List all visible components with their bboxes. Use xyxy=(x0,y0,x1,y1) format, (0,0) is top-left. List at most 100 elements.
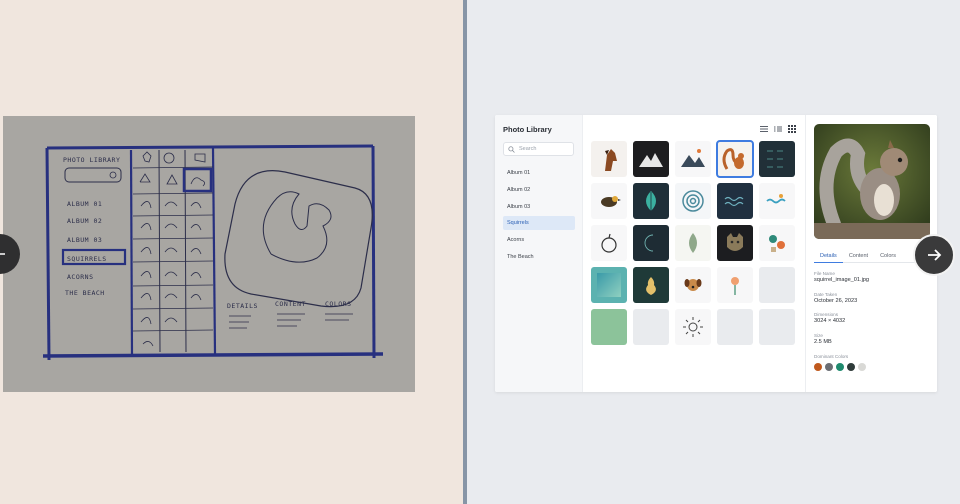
thumbnail-horse[interactable] xyxy=(591,141,627,177)
sketch-album-6: THE BEACH xyxy=(65,289,105,297)
sidebar: Photo Library Search Album 01 Album 02 A… xyxy=(495,115,583,392)
color-swatch[interactable] xyxy=(836,363,844,371)
size-value: 2.5 MB xyxy=(814,339,832,346)
thumbnail-dog[interactable] xyxy=(675,267,711,303)
compact-list-icon[interactable] xyxy=(774,125,782,133)
dog-icon xyxy=(684,279,702,291)
arrow-right-icon xyxy=(928,249,942,261)
sidebar-item-album-02[interactable]: Album 02 xyxy=(503,183,575,197)
wireframe-sketch-photo: PHOTO LIBRARY ALBUM 01 ALBUM 02 ALBUM 03… xyxy=(3,116,415,392)
thumbnail-bird[interactable] xyxy=(591,183,627,219)
sidebar-item-album-03[interactable]: Album 03 xyxy=(503,200,575,214)
arrow-left-icon xyxy=(0,253,5,255)
mountain-icon xyxy=(639,153,663,167)
view-toggle xyxy=(760,125,796,133)
color-swatch[interactable] xyxy=(847,363,855,371)
color-swatch[interactable] xyxy=(858,363,866,371)
thumbnail-leaf-sage[interactable] xyxy=(675,225,711,261)
thumbnail-green-gradient[interactable] xyxy=(591,309,627,345)
wireframe-sketch: PHOTO LIBRARY ALBUM 01 ALBUM 02 ALBUM 03… xyxy=(3,116,415,392)
thumbnail-teal-gradient[interactable] xyxy=(591,267,627,303)
thumbnail-empty[interactable] xyxy=(759,267,795,303)
thumbnail-empty[interactable] xyxy=(717,309,753,345)
tab-content[interactable]: Content xyxy=(843,249,874,263)
dominant-colors xyxy=(814,363,866,371)
color-swatch[interactable] xyxy=(825,363,833,371)
album-label: Squirrels xyxy=(507,220,529,227)
thumbnail-empty[interactable] xyxy=(633,309,669,345)
cat-icon xyxy=(727,233,743,251)
tab-details[interactable]: Details xyxy=(814,249,843,263)
thumbnail-leaf-teal[interactable] xyxy=(633,183,669,219)
date-taken-value: October 26, 2023 xyxy=(814,297,858,304)
thumbnail-apple[interactable] xyxy=(591,225,627,261)
sketch-album-5: ACORNS xyxy=(67,273,93,281)
thumbnail-flower[interactable] xyxy=(717,267,753,303)
pear-icon xyxy=(646,277,656,295)
sketch-album-3: ALBUM 03 xyxy=(67,236,102,244)
leaf-pattern-icon xyxy=(767,150,783,168)
sketch-pane: PHOTO LIBRARY ALBUM 01 ALBUM 02 ALBUM 03… xyxy=(0,0,463,504)
sketch-title: PHOTO LIBRARY xyxy=(63,156,120,164)
thumbnail-moon[interactable] xyxy=(633,225,669,261)
search-input[interactable]: Search xyxy=(503,142,574,156)
next-button[interactable] xyxy=(913,234,955,276)
thumbnail-empty[interactable] xyxy=(759,309,795,345)
dominant-colors-label: Dominant Colors xyxy=(814,353,849,359)
thumbnail-leaf-pattern[interactable] xyxy=(759,141,795,177)
album-label: Album 02 xyxy=(507,186,531,193)
album-label: Acorns xyxy=(507,237,525,244)
color-swatch[interactable] xyxy=(814,363,822,371)
album-label: The Beach xyxy=(507,253,534,260)
apple-icon xyxy=(601,233,617,253)
sidebar-item-album-01[interactable]: Album 01 xyxy=(503,166,575,180)
leaf-icon xyxy=(646,191,656,211)
thumbnail-waves-dark[interactable] xyxy=(717,183,753,219)
thumbnail-squirrel[interactable] xyxy=(716,140,754,178)
list-view-icon[interactable] xyxy=(760,125,768,133)
tab-colors[interactable]: Colors xyxy=(874,249,902,263)
thumbnail-pear[interactable] xyxy=(633,267,669,303)
dimensions-value: 3024 × 4032 xyxy=(814,318,846,325)
horse-icon xyxy=(605,149,617,171)
album-list: Album 01 Album 02 Album 03 Squirrels Aco… xyxy=(503,166,575,267)
search-placeholder: Search xyxy=(519,146,537,152)
thumbnail-mountains-light[interactable] xyxy=(675,141,711,177)
thumbnail-waves-light[interactable] xyxy=(759,183,795,219)
sketch-album-2: ALBUM 02 xyxy=(67,217,102,225)
sun-icon xyxy=(683,317,703,337)
sidebar-item-acorns[interactable]: Acorns xyxy=(503,233,575,247)
squirrel-icon xyxy=(722,148,744,170)
thumbnail-spiral[interactable] xyxy=(675,183,711,219)
sketch-album-4: SQUIRRELS xyxy=(67,255,107,263)
thumbnail-cat[interactable] xyxy=(717,225,753,261)
sidebar-item-the-beach[interactable]: The Beach xyxy=(503,250,575,264)
thumbnail-sun[interactable] xyxy=(675,309,711,345)
mountain-icon xyxy=(681,149,705,167)
file-name-value: squirrel_image_01.jpg xyxy=(814,277,870,283)
spiral-icon xyxy=(682,190,704,212)
image-preview xyxy=(814,124,930,239)
leaf-icon xyxy=(689,233,697,253)
sidebar-item-squirrels[interactable]: Squirrels xyxy=(503,216,575,231)
flower-icon xyxy=(731,277,739,295)
waves-icon xyxy=(724,196,744,207)
album-label: Album 01 xyxy=(507,170,531,176)
geometric-shapes-icon xyxy=(769,235,785,252)
app-title: Photo Library xyxy=(503,125,552,134)
properties-list: File Name squirrel_image_01.jpg Date Tak… xyxy=(814,271,930,360)
sketch-album-1: ALBUM 01 xyxy=(67,200,102,208)
sketch-tab-details: DETAILS xyxy=(227,302,258,310)
squirrel-photo xyxy=(814,124,930,239)
gradient-icon xyxy=(597,273,621,297)
sketch-tab-colors: COLORS xyxy=(325,300,351,308)
thumbnail-geometric[interactable] xyxy=(759,225,795,261)
waves-icon xyxy=(766,194,786,204)
album-label: Album 03 xyxy=(507,203,531,210)
search-icon xyxy=(508,145,515,153)
thumbnail-mountain-dark[interactable] xyxy=(633,141,669,177)
grid-view-icon[interactable] xyxy=(788,125,796,133)
moon-icon xyxy=(644,234,654,252)
photo-library-app: Photo Library Search Album 01 Album 02 A… xyxy=(495,115,937,392)
sketch-tab-content: CONTENT xyxy=(275,300,306,308)
